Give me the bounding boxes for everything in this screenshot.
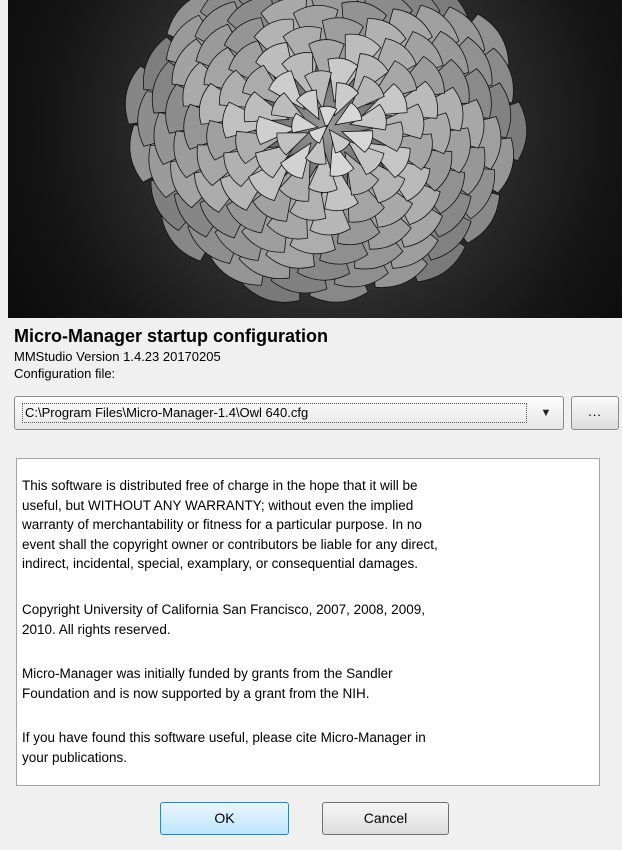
dialog-title: Micro-Manager startup configuration bbox=[14, 326, 329, 346]
succulent-spiral-graphic bbox=[124, 0, 528, 303]
license-funding: Micro-Manager was initially funded by gr… bbox=[22, 666, 393, 701]
license-disclaimer: This software is distributed free of cha… bbox=[22, 478, 438, 571]
version-text: MMStudio Version 1.4.23 20170205 bbox=[14, 349, 221, 364]
ok-button[interactable]: OK bbox=[160, 802, 289, 835]
config-file-label: Configuration file: bbox=[14, 366, 116, 381]
startup-dialog: Micro-Manager startup configuration MMSt… bbox=[8, 0, 622, 850]
browse-button[interactable]: ... bbox=[571, 396, 619, 430]
license-copyright: Copyright University of California San F… bbox=[22, 602, 425, 637]
config-file-dropdown[interactable]: C:\Program Files\Micro-Manager-1.4\Owl 6… bbox=[14, 396, 564, 430]
license-citation: If you have found this software useful, … bbox=[22, 730, 426, 765]
config-file-value: C:\Program Files\Micro-Manager-1.4\Owl 6… bbox=[22, 403, 527, 423]
chevron-down-icon[interactable]: ▼ bbox=[535, 404, 557, 422]
splash-image bbox=[8, 0, 622, 318]
cancel-button[interactable]: Cancel bbox=[322, 802, 449, 835]
